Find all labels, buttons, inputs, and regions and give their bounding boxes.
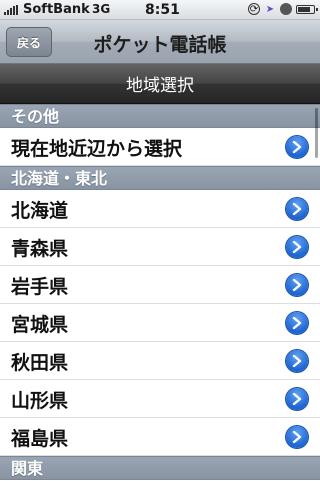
region-list: その他 現在地近辺から選択 北海道・東北 北海道 青森県 岩手県 宮城県 秋田県…	[0, 104, 320, 480]
disclosure-arrow-icon[interactable]	[286, 236, 308, 258]
disclosure-arrow-icon[interactable]	[286, 312, 308, 334]
list-item-akita[interactable]: 秋田県	[0, 342, 320, 380]
disclosure-arrow-icon[interactable]	[286, 350, 308, 372]
list-item-label: 北海道	[11, 200, 69, 222]
list-item-label: 宮城県	[11, 314, 69, 336]
list-item-yamagata[interactable]: 山形県	[0, 380, 320, 418]
region-select-header: 地域選択	[0, 64, 320, 104]
list-item-label: 山形県	[11, 390, 69, 412]
page-title: ポケット電話帳	[93, 34, 227, 56]
section-header-hokkaido-tohoku: 北海道・東北	[0, 166, 320, 190]
disclosure-arrow-icon[interactable]	[286, 388, 308, 410]
alarm-icon	[280, 3, 292, 15]
list-item-label: 岩手県	[11, 276, 69, 298]
list-item-label: 福島県	[11, 428, 69, 450]
list-item-label: 秋田県	[11, 352, 69, 374]
signal-strength-icon	[4, 5, 18, 15]
location-arrow-icon: ➤	[265, 3, 275, 15]
carrier-name: SoftBank	[23, 2, 90, 17]
battery-icon	[296, 5, 318, 14]
list-item-miyagi[interactable]: 宮城県	[0, 304, 320, 342]
network-type: 3G	[92, 2, 111, 16]
list-item-iwate[interactable]: 岩手県	[0, 266, 320, 304]
list-item-aomori[interactable]: 青森県	[0, 228, 320, 266]
disclosure-arrow-icon[interactable]	[286, 198, 308, 220]
section-header-kanto: 関東	[0, 456, 320, 480]
status-bar: SoftBank 3G 8:51 ⟳ ➤	[0, 0, 320, 20]
back-button-label: 戻る	[16, 35, 41, 50]
orientation-lock-icon: ⟳	[248, 3, 260, 15]
back-button[interactable]: 戻る	[6, 27, 52, 57]
disclosure-arrow-icon[interactable]	[286, 274, 308, 296]
subtitle-label: 地域選択	[126, 76, 194, 96]
disclosure-arrow-icon[interactable]	[286, 426, 308, 448]
list-item-nearby[interactable]: 現在地近辺から選択	[0, 128, 320, 166]
list-item-fukushima[interactable]: 福島県	[0, 418, 320, 456]
status-time: 8:51	[145, 2, 180, 18]
list-item-hokkaido[interactable]: 北海道	[0, 190, 320, 228]
section-header-other: その他	[0, 104, 320, 128]
list-item-label: 青森県	[11, 238, 69, 260]
list-item-label: 現在地近辺から選択	[11, 138, 183, 160]
disclosure-arrow-icon[interactable]	[286, 136, 308, 158]
scroll-indicator[interactable]	[315, 108, 318, 158]
navigation-bar: 戻る ポケット電話帳	[0, 20, 320, 64]
